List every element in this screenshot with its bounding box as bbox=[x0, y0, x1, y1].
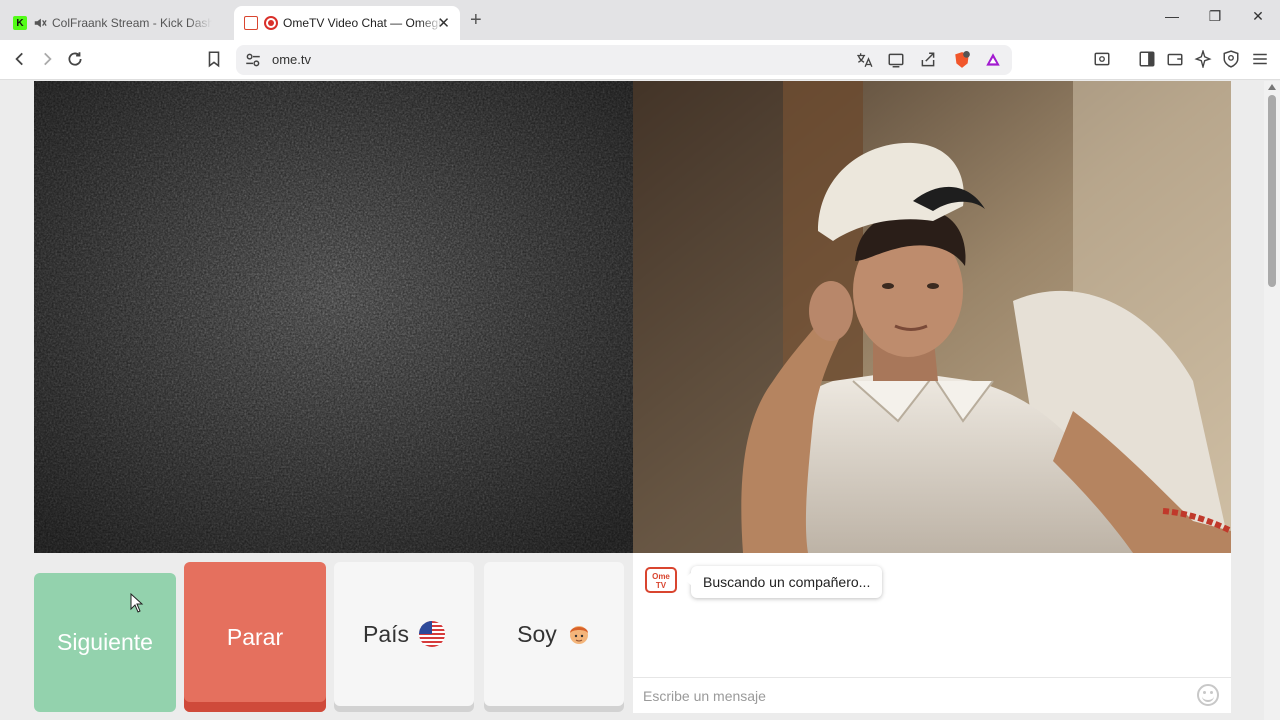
scroll-up-arrow-icon[interactable] bbox=[1268, 84, 1276, 90]
stop-button-label: Parar bbox=[226, 623, 284, 650]
boy-avatar-icon bbox=[569, 626, 588, 644]
tab-title: ColFraank Stream - Kick Dashboard bbox=[52, 16, 212, 30]
share-icon[interactable] bbox=[917, 49, 939, 71]
scroll-thumb[interactable] bbox=[1268, 95, 1276, 287]
muted-speaker-icon[interactable] bbox=[33, 16, 47, 30]
status-message: Buscando un compañero... bbox=[683, 566, 883, 598]
country-button-label: País bbox=[362, 620, 410, 647]
ometv-favicon-icon bbox=[244, 16, 258, 30]
close-window-icon[interactable]: ✕ bbox=[1243, 8, 1273, 25]
browser-toolbar: ome.tv bbox=[0, 40, 1280, 80]
bookmark-icon[interactable] bbox=[203, 48, 225, 70]
reload-icon[interactable] bbox=[64, 48, 86, 70]
brave-shields-icon[interactable] bbox=[951, 49, 973, 71]
emoji-picker-icon[interactable] bbox=[1197, 684, 1219, 706]
tab-strip: K ColFraank Stream - Kick Dashboard OmeT… bbox=[0, 0, 1280, 40]
tab-title: OmeTV Video Chat — Omegle bbox=[283, 16, 443, 30]
message-input[interactable] bbox=[643, 684, 1183, 708]
translate-icon[interactable] bbox=[853, 49, 875, 71]
chat-panel: Ome TV Buscando un compañero... bbox=[633, 553, 1231, 713]
self-camera-video bbox=[633, 81, 1231, 553]
static-noise bbox=[34, 81, 633, 553]
tab-search-icon[interactable] bbox=[1091, 48, 1113, 70]
close-tab-icon[interactable]: ✕ bbox=[437, 14, 450, 32]
back-icon[interactable] bbox=[9, 48, 31, 70]
sidebar-toggle-icon[interactable] bbox=[1136, 48, 1158, 70]
minimize-window-icon[interactable]: — bbox=[1157, 8, 1187, 24]
menu-icon[interactable] bbox=[1249, 48, 1271, 70]
country-filter-button[interactable]: País bbox=[334, 562, 474, 706]
us-flag-icon bbox=[419, 621, 446, 647]
forward-icon[interactable] bbox=[36, 48, 58, 70]
partner-video bbox=[34, 81, 633, 553]
stop-button[interactable]: Parar bbox=[184, 562, 326, 712]
page-scrollbar[interactable] bbox=[1264, 81, 1280, 720]
gender-button-label: Soy bbox=[517, 620, 557, 647]
kick-favicon-icon: K bbox=[13, 16, 27, 30]
recording-icon bbox=[264, 16, 278, 30]
page-content: Siguiente Parar País Soy Ome TV Buscando … bbox=[0, 81, 1264, 720]
restore-window-icon[interactable]: ❐ bbox=[1200, 8, 1230, 25]
next-button-label: Siguiente bbox=[57, 629, 153, 655]
brave-rewards-icon[interactable] bbox=[982, 49, 1004, 71]
cast-icon[interactable] bbox=[885, 49, 907, 71]
tab-ometv[interactable]: OmeTV Video Chat — Omegle ✕ bbox=[234, 6, 460, 40]
wallet-icon[interactable] bbox=[1164, 48, 1186, 70]
vpn-icon[interactable] bbox=[1220, 48, 1242, 70]
message-composer bbox=[633, 677, 1231, 713]
next-button[interactable]: Siguiente bbox=[34, 573, 176, 712]
leo-ai-icon[interactable] bbox=[1192, 48, 1214, 70]
site-settings-icon[interactable] bbox=[242, 49, 264, 71]
gender-select-button[interactable]: Soy bbox=[484, 562, 624, 706]
url-text: ome.tv bbox=[272, 52, 312, 67]
ometv-logo-icon: Ome TV bbox=[645, 567, 677, 593]
mouse-cursor-icon bbox=[130, 593, 144, 613]
new-tab-icon[interactable]: + bbox=[470, 9, 482, 32]
camera-scene bbox=[633, 81, 1231, 553]
tab-kick-dashboard[interactable]: K ColFraank Stream - Kick Dashboard bbox=[0, 6, 228, 40]
address-bar[interactable]: ome.tv bbox=[236, 45, 1012, 75]
